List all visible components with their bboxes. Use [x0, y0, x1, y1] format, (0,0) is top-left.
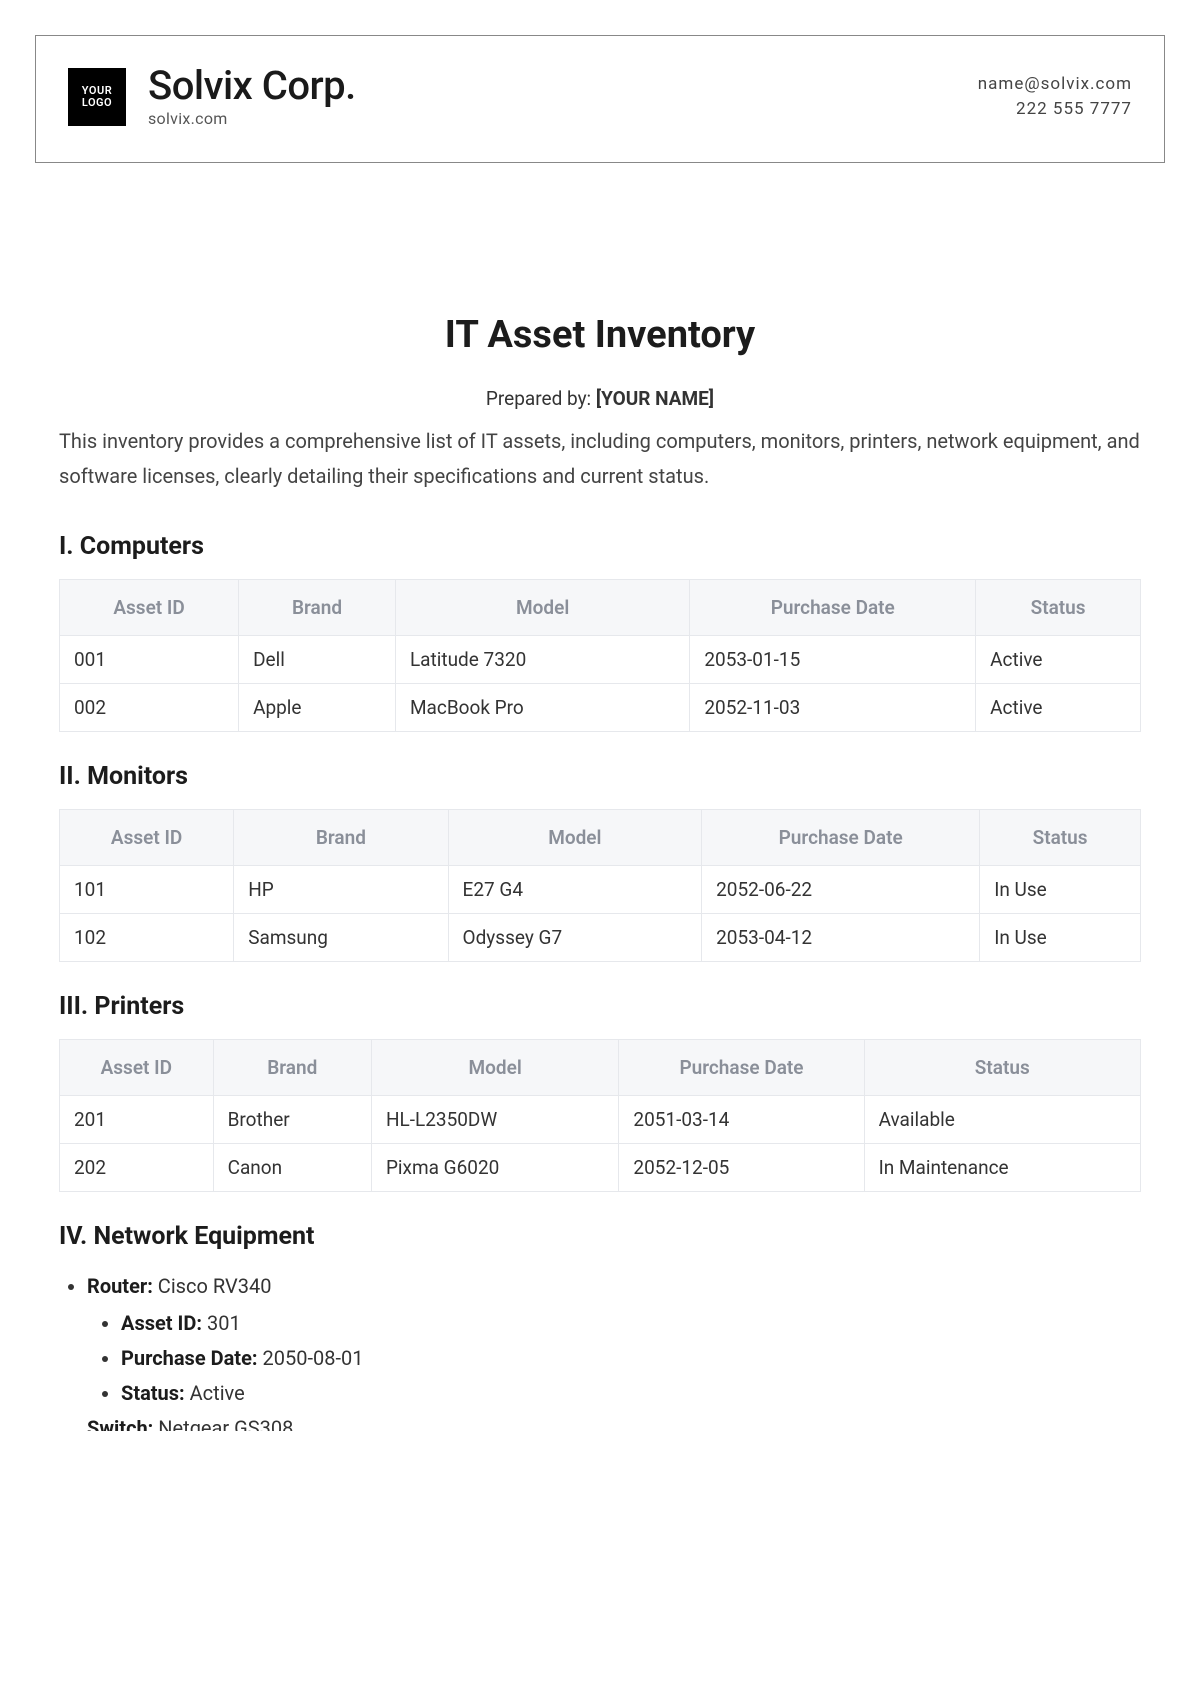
detail-label: Purchase Date: [121, 1346, 258, 1370]
section-heading-monitors: II. Monitors [59, 762, 1141, 791]
cell-asset-id: 102 [60, 914, 234, 962]
cell-asset-id: 202 [60, 1144, 214, 1192]
col-asset-id: Asset ID [60, 1040, 214, 1096]
intro-paragraph: This inventory provides a comprehensive … [59, 424, 1141, 494]
cell-purchase-date: 2052-06-22 [702, 866, 980, 914]
list-item-switch: Switch: Netgear GS308 [87, 1411, 1141, 1431]
cell-brand: Samsung [234, 914, 448, 962]
printers-table: Asset ID Brand Model Purchase Date Statu… [59, 1039, 1141, 1192]
document-header: YOURLOGO Solvix Corp. solvix.com name@so… [35, 35, 1165, 163]
col-purchase-date: Purchase Date [690, 580, 976, 636]
cell-status: In Maintenance [864, 1144, 1140, 1192]
cell-asset-id: 002 [60, 684, 239, 732]
company-website: solvix.com [148, 109, 356, 128]
cell-brand: Canon [213, 1144, 371, 1192]
prepared-by-label: Prepared by: [486, 387, 596, 410]
cell-status: In Use [980, 914, 1141, 962]
col-model: Model [448, 810, 702, 866]
detail-value: 301 [202, 1311, 241, 1335]
col-purchase-date: Purchase Date [702, 810, 980, 866]
monitors-table: Asset ID Brand Model Purchase Date Statu… [59, 809, 1141, 962]
cell-purchase-date: 2053-04-12 [702, 914, 980, 962]
col-brand: Brand [213, 1040, 371, 1096]
col-asset-id: Asset ID [60, 580, 239, 636]
detail-value: Active [185, 1381, 245, 1405]
header-contact: name@solvix.com 222 555 7777 [978, 72, 1132, 123]
cell-asset-id: 001 [60, 636, 239, 684]
contact-email: name@solvix.com [978, 72, 1132, 98]
table-header-row: Asset ID Brand Model Purchase Date Statu… [60, 810, 1141, 866]
col-status: Status [864, 1040, 1140, 1096]
cell-brand: Brother [213, 1096, 371, 1144]
cell-brand: Dell [239, 636, 396, 684]
col-purchase-date: Purchase Date [619, 1040, 864, 1096]
list-item: Asset ID: 301 [121, 1306, 1141, 1341]
list-item: Purchase Date: 2050-08-01 [121, 1341, 1141, 1376]
cell-purchase-date: 2053-01-15 [690, 636, 976, 684]
table-row: 202 Canon Pixma G6020 2052-12-05 In Main… [60, 1144, 1141, 1192]
cell-model: Odyssey G7 [448, 914, 702, 962]
col-status: Status [976, 580, 1141, 636]
router-value: Cisco RV340 [153, 1274, 272, 1298]
cell-purchase-date: 2052-11-03 [690, 684, 976, 732]
list-item: Status: Active [121, 1376, 1141, 1411]
detail-label: Asset ID: [121, 1311, 202, 1335]
col-model: Model [395, 580, 689, 636]
router-label: Router: [87, 1274, 153, 1298]
cell-brand: HP [234, 866, 448, 914]
computers-table: Asset ID Brand Model Purchase Date Statu… [59, 579, 1141, 732]
logo-placeholder: YOURLOGO [68, 68, 126, 126]
page-title: IT Asset Inventory [59, 313, 1141, 357]
cell-status: Available [864, 1096, 1140, 1144]
cell-status: Active [976, 636, 1141, 684]
list-item-router: Router: Cisco RV340 Asset ID: 301 Purcha… [87, 1269, 1141, 1411]
table-row: 102 Samsung Odyssey G7 2053-04-12 In Use [60, 914, 1141, 962]
cell-model: Pixma G6020 [371, 1144, 618, 1192]
cell-asset-id: 201 [60, 1096, 214, 1144]
company-block: Solvix Corp. solvix.com [148, 66, 356, 128]
cell-brand: Apple [239, 684, 396, 732]
section-heading-printers: III. Printers [59, 992, 1141, 1021]
cell-status: In Use [980, 866, 1141, 914]
company-name: Solvix Corp. [148, 66, 356, 106]
col-asset-id: Asset ID [60, 810, 234, 866]
cell-model: MacBook Pro [395, 684, 689, 732]
cell-model: E27 G4 [448, 866, 702, 914]
table-row: 002 Apple MacBook Pro 2052-11-03 Active [60, 684, 1141, 732]
table-row: 201 Brother HL-L2350DW 2051-03-14 Availa… [60, 1096, 1141, 1144]
prepared-by-line: Prepared by: [YOUR NAME] [59, 387, 1141, 410]
switch-label: Switch: [87, 1416, 153, 1431]
col-status: Status [980, 810, 1141, 866]
network-list: Router: Cisco RV340 Asset ID: 301 Purcha… [59, 1269, 1141, 1431]
col-brand: Brand [234, 810, 448, 866]
cell-model: Latitude 7320 [395, 636, 689, 684]
cell-model: HL-L2350DW [371, 1096, 618, 1144]
cell-asset-id: 101 [60, 866, 234, 914]
document-body: IT Asset Inventory Prepared by: [YOUR NA… [35, 313, 1165, 1431]
table-row: 101 HP E27 G4 2052-06-22 In Use [60, 866, 1141, 914]
table-row: 001 Dell Latitude 7320 2053-01-15 Active [60, 636, 1141, 684]
detail-label: Status: [121, 1381, 185, 1405]
cell-purchase-date: 2051-03-14 [619, 1096, 864, 1144]
col-model: Model [371, 1040, 618, 1096]
switch-value: Netgear GS308 [153, 1416, 293, 1431]
detail-value: 2050-08-01 [258, 1346, 364, 1370]
table-header-row: Asset ID Brand Model Purchase Date Statu… [60, 1040, 1141, 1096]
prepared-by-value: [YOUR NAME] [596, 387, 714, 410]
cell-purchase-date: 2052-12-05 [619, 1144, 864, 1192]
section-heading-computers: I. Computers [59, 532, 1141, 561]
header-left: YOURLOGO Solvix Corp. solvix.com [68, 66, 356, 128]
cell-status: Active [976, 684, 1141, 732]
section-heading-network: IV. Network Equipment [59, 1222, 1141, 1251]
col-brand: Brand [239, 580, 396, 636]
table-header-row: Asset ID Brand Model Purchase Date Statu… [60, 580, 1141, 636]
contact-phone: 222 555 7777 [978, 97, 1132, 123]
router-sublist: Asset ID: 301 Purchase Date: 2050-08-01 … [87, 1306, 1141, 1411]
